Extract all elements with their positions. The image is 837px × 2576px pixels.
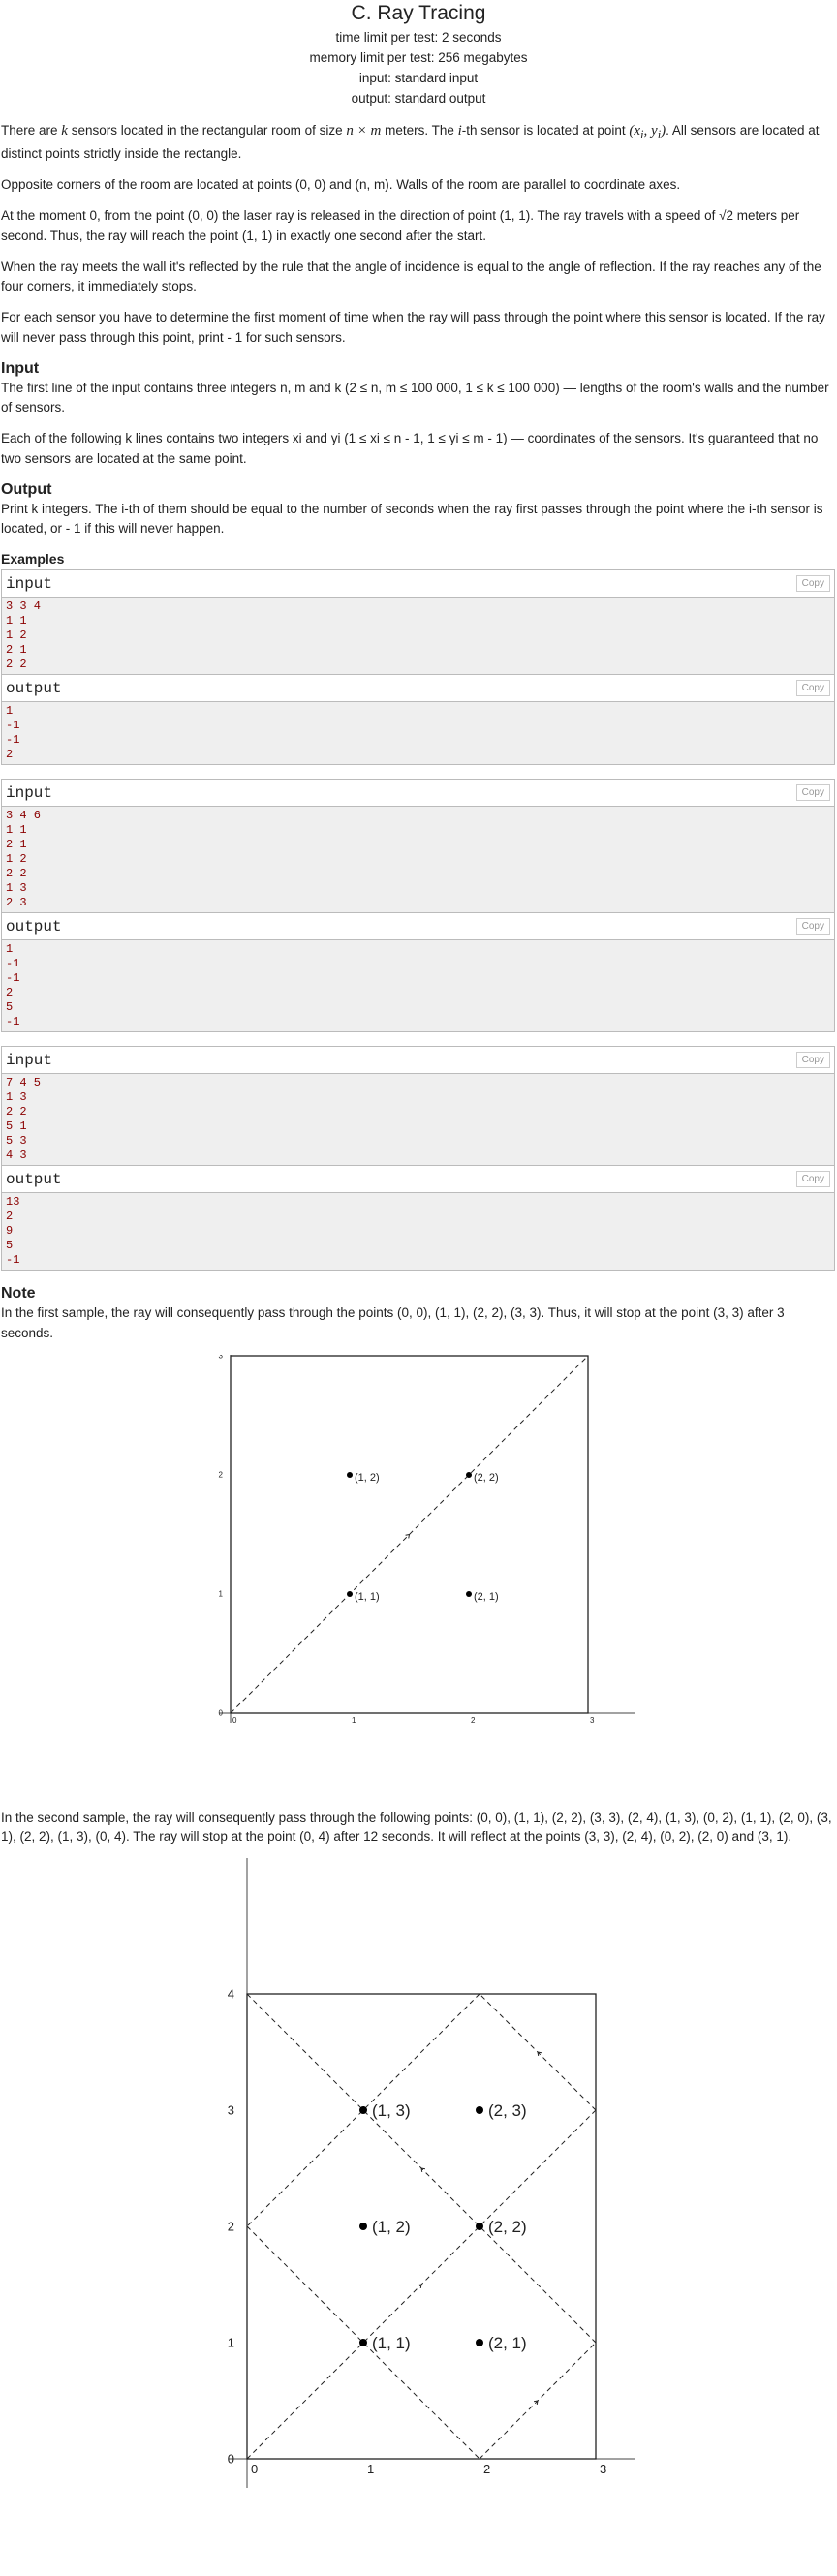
input-p2: Each of the following k lines contains t… bbox=[1, 431, 819, 466]
example-output-text: 1 -1 -1 2 5 -1 bbox=[2, 940, 834, 1032]
example-output-label: output bbox=[6, 1170, 62, 1188]
examples-heading: Examples bbox=[1, 551, 65, 567]
sensor-label: (1, 3) bbox=[372, 2101, 411, 2120]
example-output-text: 13 2 9 5 -1 bbox=[2, 1193, 834, 1271]
example-input-header: input Copy bbox=[2, 570, 834, 598]
copy-button[interactable]: Copy bbox=[795, 1052, 830, 1069]
example-input-label: input bbox=[6, 574, 53, 593]
example-input-text: 7 4 5 1 3 2 2 5 1 5 3 4 3 bbox=[2, 1074, 834, 1167]
x-tick-label: 2 bbox=[471, 1716, 476, 1725]
example-output-header: output Copy bbox=[2, 913, 834, 941]
sensor-label: (1, 2) bbox=[372, 2218, 411, 2236]
example-input-text: 3 3 4 1 1 1 2 2 1 2 2 bbox=[2, 598, 834, 676]
output-file: output: standard output bbox=[351, 91, 486, 106]
example-input-text: 3 4 6 1 1 2 1 1 2 2 2 1 3 2 3 bbox=[2, 807, 834, 914]
output-p1: Print k integers. The i-th of them shoul… bbox=[1, 501, 823, 536]
statement-p2: Opposite corners of the room are located… bbox=[1, 177, 681, 192]
x-tick-label: 1 bbox=[352, 1716, 356, 1725]
statement-p5: For each sensor you have to determine th… bbox=[1, 310, 825, 345]
sensor-point bbox=[359, 2339, 367, 2347]
note-heading: Note bbox=[1, 1285, 36, 1303]
y-tick-label: 3 bbox=[228, 2103, 234, 2118]
example-output-header: output Copy bbox=[2, 675, 834, 703]
y-tick-label: 1 bbox=[228, 2336, 234, 2350]
input-file: input: standard input bbox=[358, 71, 479, 85]
input-p1: The first line of the input contains thr… bbox=[1, 380, 829, 414]
figure-1-svg: 0 1 2 3 0 1 2 3 (1, 2) (2, 2) (1, 1) (2, 1) bbox=[219, 1351, 636, 1725]
sensor-label: (1, 1) bbox=[355, 1591, 380, 1603]
sensor-point bbox=[466, 1471, 472, 1478]
input-heading: Input bbox=[1, 359, 40, 377]
sensor-label: (2, 2) bbox=[474, 1472, 499, 1484]
x-tick-label: 0 bbox=[232, 1716, 237, 1725]
y-tick-label: 1 bbox=[219, 1589, 224, 1598]
sensor-label: (1, 2) bbox=[355, 1472, 380, 1484]
figure-2-svg: 0 1 2 3 0 1 2 3 4 (1, 3) (2, 3) (1, 2) (2, 2) (1, 1) (… bbox=[228, 1858, 636, 2489]
example-output-label: output bbox=[6, 917, 62, 935]
sensor-point bbox=[476, 2339, 483, 2347]
example-output-label: output bbox=[6, 679, 62, 697]
sensor-point bbox=[476, 2223, 483, 2231]
sensor-point bbox=[359, 2223, 367, 2231]
sensor-label: (2, 2) bbox=[488, 2218, 527, 2236]
statement-p3: At the moment 0, from the point (0, 0) t… bbox=[1, 208, 800, 243]
limits: time limit per test: 2 seconds memory li… bbox=[1, 27, 836, 108]
note-p2: In the second sample, the ray will conse… bbox=[1, 1809, 832, 1844]
room-rectangle bbox=[246, 1993, 597, 2460]
sensor-point bbox=[347, 1590, 353, 1597]
y-tick-label: 0 bbox=[228, 2452, 234, 2467]
memory-limit: memory limit per test: 256 megabytes bbox=[309, 50, 528, 65]
output-heading: Output bbox=[1, 480, 52, 498]
ray-arrow bbox=[417, 2284, 422, 2289]
x-tick-label: 2 bbox=[483, 2462, 490, 2476]
figure-2: 0 1 2 3 0 1 2 3 4 (1, 3) (2, 3) (1, 2) (2, 2) (1, 1) (… bbox=[1, 1858, 836, 2489]
example-1: input Copy 3 3 4 1 1 1 2 2 1 2 2 output Copy… bbox=[1, 569, 835, 766]
copy-button[interactable]: Copy bbox=[795, 680, 830, 697]
y-tick-label: 2 bbox=[228, 2220, 234, 2234]
y-tick-label: 3 bbox=[219, 1355, 224, 1361]
sensor-label: (1, 1) bbox=[372, 2334, 411, 2352]
copy-button[interactable]: Copy bbox=[795, 784, 830, 802]
copy-button[interactable]: Copy bbox=[795, 1171, 830, 1188]
sensor-label: (2, 1) bbox=[474, 1591, 499, 1603]
statement-p1: There are k sensors located in the recta… bbox=[1, 123, 820, 161]
sensor-point bbox=[347, 1471, 353, 1478]
example-input-label: input bbox=[6, 1051, 53, 1069]
example-output-text: 1 -1 -1 2 bbox=[2, 702, 834, 765]
x-tick-label: 3 bbox=[600, 2462, 606, 2476]
note-p1: In the first sample, the ray will conseq… bbox=[1, 1305, 785, 1340]
y-tick-label: 4 bbox=[228, 1987, 234, 2002]
copy-button[interactable]: Copy bbox=[795, 575, 830, 593]
problem-title: C. Ray Tracing bbox=[351, 2, 486, 24]
copy-button[interactable]: Copy bbox=[795, 918, 830, 935]
y-tick-label: 2 bbox=[219, 1470, 224, 1479]
example-input-label: input bbox=[6, 783, 53, 802]
sensor-point bbox=[466, 1590, 472, 1597]
example-3: input Copy 7 4 5 1 3 2 2 5 1 5 3 4 3 output… bbox=[1, 1046, 835, 1272]
sensor-label: (2, 1) bbox=[488, 2334, 527, 2352]
example-2: input Copy 3 4 6 1 1 2 1 1 2 2 2 1 3 2 3 ou… bbox=[1, 779, 835, 1033]
y-tick-label: 0 bbox=[219, 1708, 224, 1717]
sensor-point bbox=[476, 2106, 483, 2115]
sensor-label: (2, 3) bbox=[488, 2101, 527, 2120]
x-tick-label: 3 bbox=[590, 1716, 595, 1725]
time-limit: time limit per test: 2 seconds bbox=[335, 30, 502, 45]
sensor-point bbox=[359, 2106, 367, 2115]
example-input-header: input Copy bbox=[2, 780, 834, 808]
x-tick-label: 1 bbox=[367, 2462, 374, 2476]
statement-p4: When the ray meets the wall it's reflect… bbox=[1, 259, 822, 293]
example-output-header: output Copy bbox=[2, 1166, 834, 1194]
x-tick-label: 0 bbox=[251, 2462, 258, 2476]
example-input-header: input Copy bbox=[2, 1047, 834, 1075]
figure-1: 0 1 2 3 0 1 2 3 (1, 2) (2, 2) (1, 1) (2, 1) bbox=[1, 1351, 836, 1800]
ray-arrow bbox=[420, 2167, 426, 2173]
examples: input Copy 3 3 4 1 1 1 2 2 1 2 2 output Copy… bbox=[1, 569, 836, 1272]
